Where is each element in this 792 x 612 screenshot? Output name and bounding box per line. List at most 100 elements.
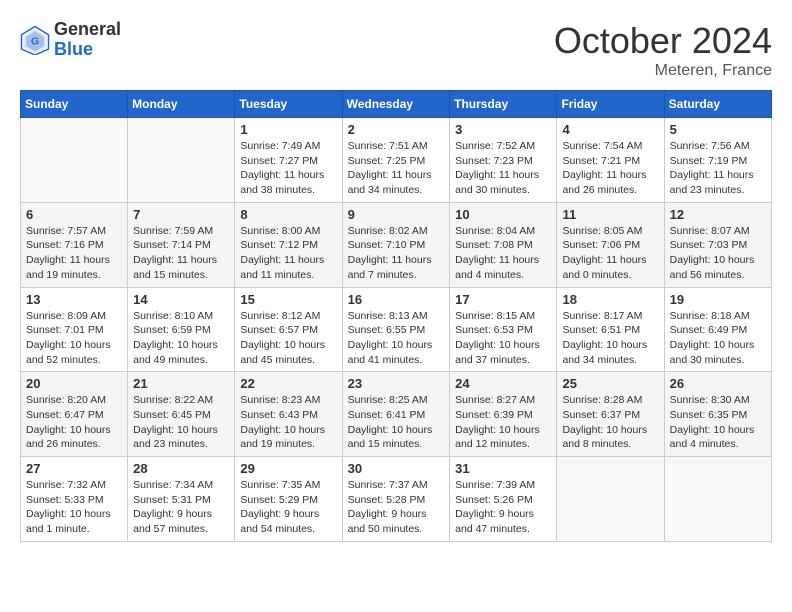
day-info: Sunrise: 8:12 AM Sunset: 6:57 PM Dayligh… <box>240 309 336 368</box>
day-number: 22 <box>240 376 336 391</box>
day-cell: 31 Sunrise: 7:39 AM Sunset: 5:26 PM Dayli… <box>450 457 557 542</box>
day-info: Sunrise: 7:57 AM Sunset: 7:16 PM Dayligh… <box>26 224 122 283</box>
day-number: 8 <box>240 207 336 222</box>
day-info: Sunrise: 8:20 AM Sunset: 6:47 PM Dayligh… <box>26 393 122 452</box>
day-info: Sunrise: 8:15 AM Sunset: 6:53 PM Dayligh… <box>455 309 551 368</box>
month-title: October 2024 <box>554 20 772 62</box>
day-cell: 23 Sunrise: 8:25 AM Sunset: 6:41 PM Dayli… <box>342 372 450 457</box>
logo-text: General Blue <box>54 20 121 60</box>
week-row-5: 27 Sunrise: 7:32 AM Sunset: 5:33 PM Dayli… <box>21 457 772 542</box>
location: Meteren, France <box>554 62 772 80</box>
day-cell: 26Sunrise: 8:30 AM Sunset: 6:35 PM Dayli… <box>664 372 771 457</box>
day-cell: 9 Sunrise: 8:02 AM Sunset: 7:10 PM Daylig… <box>342 202 450 287</box>
day-cell: 2 Sunrise: 7:51 AM Sunset: 7:25 PM Daylig… <box>342 118 450 203</box>
day-info: Sunrise: 8:00 AM Sunset: 7:12 PM Dayligh… <box>240 224 336 283</box>
day-info: Sunrise: 8:23 AM Sunset: 6:43 PM Dayligh… <box>240 393 336 452</box>
day-info: Sunrise: 8:28 AM Sunset: 6:37 PM Dayligh… <box>562 393 658 452</box>
day-cell: 14 Sunrise: 8:10 AM Sunset: 6:59 PM Dayli… <box>128 287 235 372</box>
week-row-3: 13 Sunrise: 8:09 AM Sunset: 7:01 PM Dayli… <box>21 287 772 372</box>
day-number: 16 <box>348 292 445 307</box>
day-cell: 20Sunrise: 8:20 AM Sunset: 6:47 PM Dayli… <box>21 372 128 457</box>
day-number: 4 <box>562 122 658 137</box>
day-number: 17 <box>455 292 551 307</box>
svg-text:G: G <box>31 35 39 47</box>
day-info: Sunrise: 8:09 AM Sunset: 7:01 PM Dayligh… <box>26 309 122 368</box>
day-number: 25 <box>562 376 658 391</box>
day-number: 26 <box>670 376 766 391</box>
day-number: 12 <box>670 207 766 222</box>
day-info: Sunrise: 8:22 AM Sunset: 6:45 PM Dayligh… <box>133 393 229 452</box>
day-info: Sunrise: 8:05 AM Sunset: 7:06 PM Dayligh… <box>562 224 658 283</box>
day-number: 15 <box>240 292 336 307</box>
logo-icon: G <box>20 25 50 55</box>
day-number: 31 <box>455 461 551 476</box>
day-info: Sunrise: 8:10 AM Sunset: 6:59 PM Dayligh… <box>133 309 229 368</box>
day-cell: 28Sunrise: 7:34 AM Sunset: 5:31 PM Dayli… <box>128 457 235 542</box>
day-number: 9 <box>348 207 445 222</box>
day-cell: 25 Sunrise: 8:28 AM Sunset: 6:37 PM Dayli… <box>557 372 664 457</box>
day-info: Sunrise: 8:13 AM Sunset: 6:55 PM Dayligh… <box>348 309 445 368</box>
day-number: 14 <box>133 292 229 307</box>
day-info: Sunrise: 8:17 AM Sunset: 6:51 PM Dayligh… <box>562 309 658 368</box>
logo: G General Blue <box>20 20 121 60</box>
day-cell: 13 Sunrise: 8:09 AM Sunset: 7:01 PM Dayli… <box>21 287 128 372</box>
day-info: Sunrise: 7:37 AM Sunset: 5:28 PM Dayligh… <box>348 478 445 537</box>
header-row: SundayMondayTuesdayWednesdayThursdayFrid… <box>21 91 772 118</box>
title-block: October 2024 Meteren, France <box>554 20 772 80</box>
day-header-monday: Monday <box>128 91 235 118</box>
day-cell: 21 Sunrise: 8:22 AM Sunset: 6:45 PM Dayli… <box>128 372 235 457</box>
day-cell <box>128 118 235 203</box>
day-number: 1 <box>240 122 336 137</box>
page-header: G General Blue October 2024 Meteren, Fra… <box>20 20 772 80</box>
day-header-saturday: Saturday <box>664 91 771 118</box>
day-cell <box>21 118 128 203</box>
day-number: 27 <box>26 461 122 476</box>
day-cell: 15 Sunrise: 8:12 AM Sunset: 6:57 PM Dayli… <box>235 287 342 372</box>
day-number: 11 <box>562 207 658 222</box>
day-info: Sunrise: 8:25 AM Sunset: 6:41 PM Dayligh… <box>348 393 445 452</box>
day-cell: 24Sunrise: 8:27 AM Sunset: 6:39 PM Dayli… <box>450 372 557 457</box>
day-cell: 12Sunrise: 8:07 AM Sunset: 7:03 PM Dayli… <box>664 202 771 287</box>
week-row-1: 1 Sunrise: 7:49 AM Sunset: 7:27 PM Daylig… <box>21 118 772 203</box>
day-info: Sunrise: 7:52 AM Sunset: 7:23 PM Dayligh… <box>455 139 551 198</box>
day-info: Sunrise: 7:51 AM Sunset: 7:25 PM Dayligh… <box>348 139 445 198</box>
day-info: Sunrise: 7:49 AM Sunset: 7:27 PM Dayligh… <box>240 139 336 198</box>
day-info: Sunrise: 7:32 AM Sunset: 5:33 PM Dayligh… <box>26 478 122 537</box>
day-cell: 22 Sunrise: 8:23 AM Sunset: 6:43 PM Dayli… <box>235 372 342 457</box>
day-number: 24 <box>455 376 551 391</box>
day-cell: 29Sunrise: 7:35 AM Sunset: 5:29 PM Dayli… <box>235 457 342 542</box>
day-info: Sunrise: 7:39 AM Sunset: 5:26 PM Dayligh… <box>455 478 551 537</box>
day-cell: 30 Sunrise: 7:37 AM Sunset: 5:28 PM Dayli… <box>342 457 450 542</box>
day-number: 21 <box>133 376 229 391</box>
day-info: Sunrise: 8:18 AM Sunset: 6:49 PM Dayligh… <box>670 309 766 368</box>
day-info: Sunrise: 8:04 AM Sunset: 7:08 PM Dayligh… <box>455 224 551 283</box>
day-cell: 19 Sunrise: 8:18 AM Sunset: 6:49 PM Dayli… <box>664 287 771 372</box>
day-cell: 16 Sunrise: 8:13 AM Sunset: 6:55 PM Dayli… <box>342 287 450 372</box>
day-number: 13 <box>26 292 122 307</box>
day-number: 18 <box>562 292 658 307</box>
day-info: Sunrise: 7:56 AM Sunset: 7:19 PM Dayligh… <box>670 139 766 198</box>
day-number: 19 <box>670 292 766 307</box>
day-info: Sunrise: 7:35 AM Sunset: 5:29 PM Dayligh… <box>240 478 336 537</box>
day-info: Sunrise: 8:02 AM Sunset: 7:10 PM Dayligh… <box>348 224 445 283</box>
day-header-tuesday: Tuesday <box>235 91 342 118</box>
day-number: 5 <box>670 122 766 137</box>
day-header-sunday: Sunday <box>21 91 128 118</box>
day-cell: 18 Sunrise: 8:17 AM Sunset: 6:51 PM Dayli… <box>557 287 664 372</box>
day-number: 6 <box>26 207 122 222</box>
day-cell: 17 Sunrise: 8:15 AM Sunset: 6:53 PM Dayli… <box>450 287 557 372</box>
day-cell: 1 Sunrise: 7:49 AM Sunset: 7:27 PM Daylig… <box>235 118 342 203</box>
day-info: Sunrise: 7:34 AM Sunset: 5:31 PM Dayligh… <box>133 478 229 537</box>
day-number: 2 <box>348 122 445 137</box>
day-number: 23 <box>348 376 445 391</box>
day-number: 3 <box>455 122 551 137</box>
day-cell: 4 Sunrise: 7:54 AM Sunset: 7:21 PM Daylig… <box>557 118 664 203</box>
day-number: 30 <box>348 461 445 476</box>
day-cell: 5 Sunrise: 7:56 AM Sunset: 7:19 PM Daylig… <box>664 118 771 203</box>
day-info: Sunrise: 7:54 AM Sunset: 7:21 PM Dayligh… <box>562 139 658 198</box>
day-cell: 6 Sunrise: 7:57 AM Sunset: 7:16 PM Daylig… <box>21 202 128 287</box>
day-cell: 8 Sunrise: 8:00 AM Sunset: 7:12 PM Daylig… <box>235 202 342 287</box>
day-cell: 7Sunrise: 7:59 AM Sunset: 7:14 PM Daylig… <box>128 202 235 287</box>
day-cell: 11 Sunrise: 8:05 AM Sunset: 7:06 PM Dayli… <box>557 202 664 287</box>
day-header-wednesday: Wednesday <box>342 91 450 118</box>
